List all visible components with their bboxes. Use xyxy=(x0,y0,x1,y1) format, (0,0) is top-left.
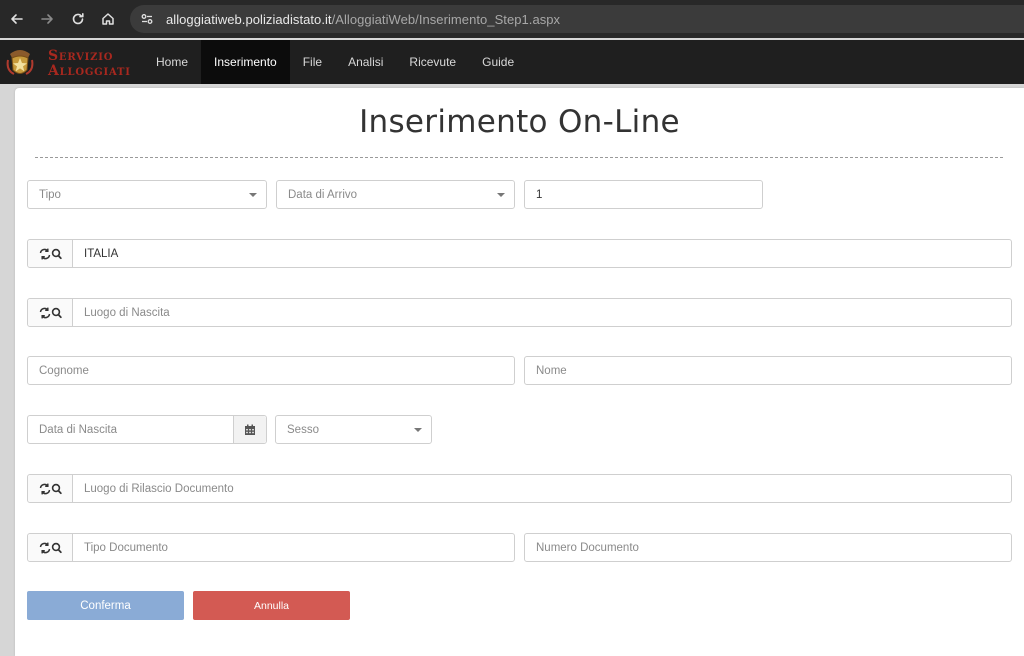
brand-logo[interactable]: Servizio Alloggiati xyxy=(6,44,136,82)
browser-toolbar: alloggiatiweb.poliziadistato.it/Alloggia… xyxy=(0,0,1024,38)
tipo-documento-placeholder: Tipo Documento xyxy=(84,541,168,554)
main-menu: Home Inserimento File Analisi Ricevute G… xyxy=(143,40,527,84)
luogo-nascita-search-button[interactable] xyxy=(28,299,73,326)
form-panel: Inserimento On-Line Tipo Data di Arrivo … xyxy=(15,88,1024,656)
luogo-rilascio-field[interactable]: Luogo di Rilascio Documento xyxy=(27,474,1012,503)
page-title: Inserimento On-Line xyxy=(359,104,680,140)
brand-title: Servizio Alloggiati xyxy=(48,49,131,79)
tipo-documento-field[interactable]: Tipo Documento xyxy=(27,533,515,562)
stato-search-button[interactable] xyxy=(28,240,73,267)
tipo-documento-search-button[interactable] xyxy=(28,534,73,561)
data-nascita-input[interactable]: Data di Nascita xyxy=(27,415,267,444)
home-icon[interactable] xyxy=(98,9,118,29)
cognome-input[interactable]: Cognome xyxy=(27,356,515,385)
chevron-down-icon xyxy=(414,428,422,432)
nome-input[interactable]: Nome xyxy=(524,356,1012,385)
sesso-select[interactable]: Sesso xyxy=(275,415,432,444)
tipo-placeholder: Tipo xyxy=(39,188,61,201)
luogo-rilascio-search-button[interactable] xyxy=(28,475,73,502)
stato-field[interactable]: ITALIA xyxy=(27,239,1012,268)
calendar-button[interactable] xyxy=(233,416,266,443)
luogo-rilascio-placeholder: Luogo di Rilascio Documento xyxy=(84,482,234,495)
data-nascita-placeholder: Data di Nascita xyxy=(39,423,117,436)
address-bar[interactable]: alloggiatiweb.poliziadistato.it/Alloggia… xyxy=(130,5,1024,33)
forward-arrow-icon[interactable] xyxy=(37,9,57,29)
refresh-search-icon xyxy=(39,248,62,259)
luogo-nascita-field[interactable]: Luogo di Nascita xyxy=(27,298,1012,327)
sesso-placeholder: Sesso xyxy=(287,423,319,436)
giorni-value: 1 xyxy=(536,188,543,201)
calendar-icon xyxy=(245,424,255,435)
cognome-placeholder: Cognome xyxy=(39,364,89,377)
chevron-down-icon xyxy=(497,193,505,197)
stato-value: ITALIA xyxy=(84,247,119,260)
top-navbar: Servizio Alloggiati Home Inserimento Fil… xyxy=(0,40,1024,84)
data-arrivo-placeholder: Data di Arrivo xyxy=(288,188,358,201)
reload-icon[interactable] xyxy=(68,9,88,29)
menu-item-guide[interactable]: Guide xyxy=(469,40,527,84)
data-arrivo-select[interactable]: Data di Arrivo xyxy=(276,180,515,209)
police-emblem-icon xyxy=(6,50,34,75)
menu-item-ricevute[interactable]: Ricevute xyxy=(396,40,469,84)
giorni-input[interactable]: 1 xyxy=(524,180,763,209)
brand-line-2: Alloggiati xyxy=(48,63,131,79)
url-text: alloggiatiweb.poliziadistato.it/Alloggia… xyxy=(166,11,561,27)
tune-icon[interactable] xyxy=(136,8,158,30)
menu-item-inserimento[interactable]: Inserimento xyxy=(201,40,290,84)
title-divider xyxy=(35,157,1003,158)
numero-documento-placeholder: Numero Documento xyxy=(536,541,639,554)
luogo-nascita-placeholder: Luogo di Nascita xyxy=(84,306,170,319)
refresh-search-icon xyxy=(39,542,62,553)
numero-documento-input[interactable]: Numero Documento xyxy=(524,533,1012,562)
tipo-select[interactable]: Tipo xyxy=(27,180,267,209)
refresh-search-icon xyxy=(39,307,62,318)
chevron-down-icon xyxy=(249,193,257,197)
menu-item-analisi[interactable]: Analisi xyxy=(335,40,396,84)
menu-item-home[interactable]: Home xyxy=(143,40,201,84)
refresh-search-icon xyxy=(39,483,62,494)
confirm-button[interactable]: Conferma xyxy=(27,591,184,620)
brand-line-1: Servizio xyxy=(48,48,114,64)
back-arrow-icon[interactable] xyxy=(7,9,27,29)
menu-item-file[interactable]: File xyxy=(290,40,335,84)
cancel-button[interactable]: Annulla xyxy=(193,591,350,620)
nome-placeholder: Nome xyxy=(536,364,567,377)
